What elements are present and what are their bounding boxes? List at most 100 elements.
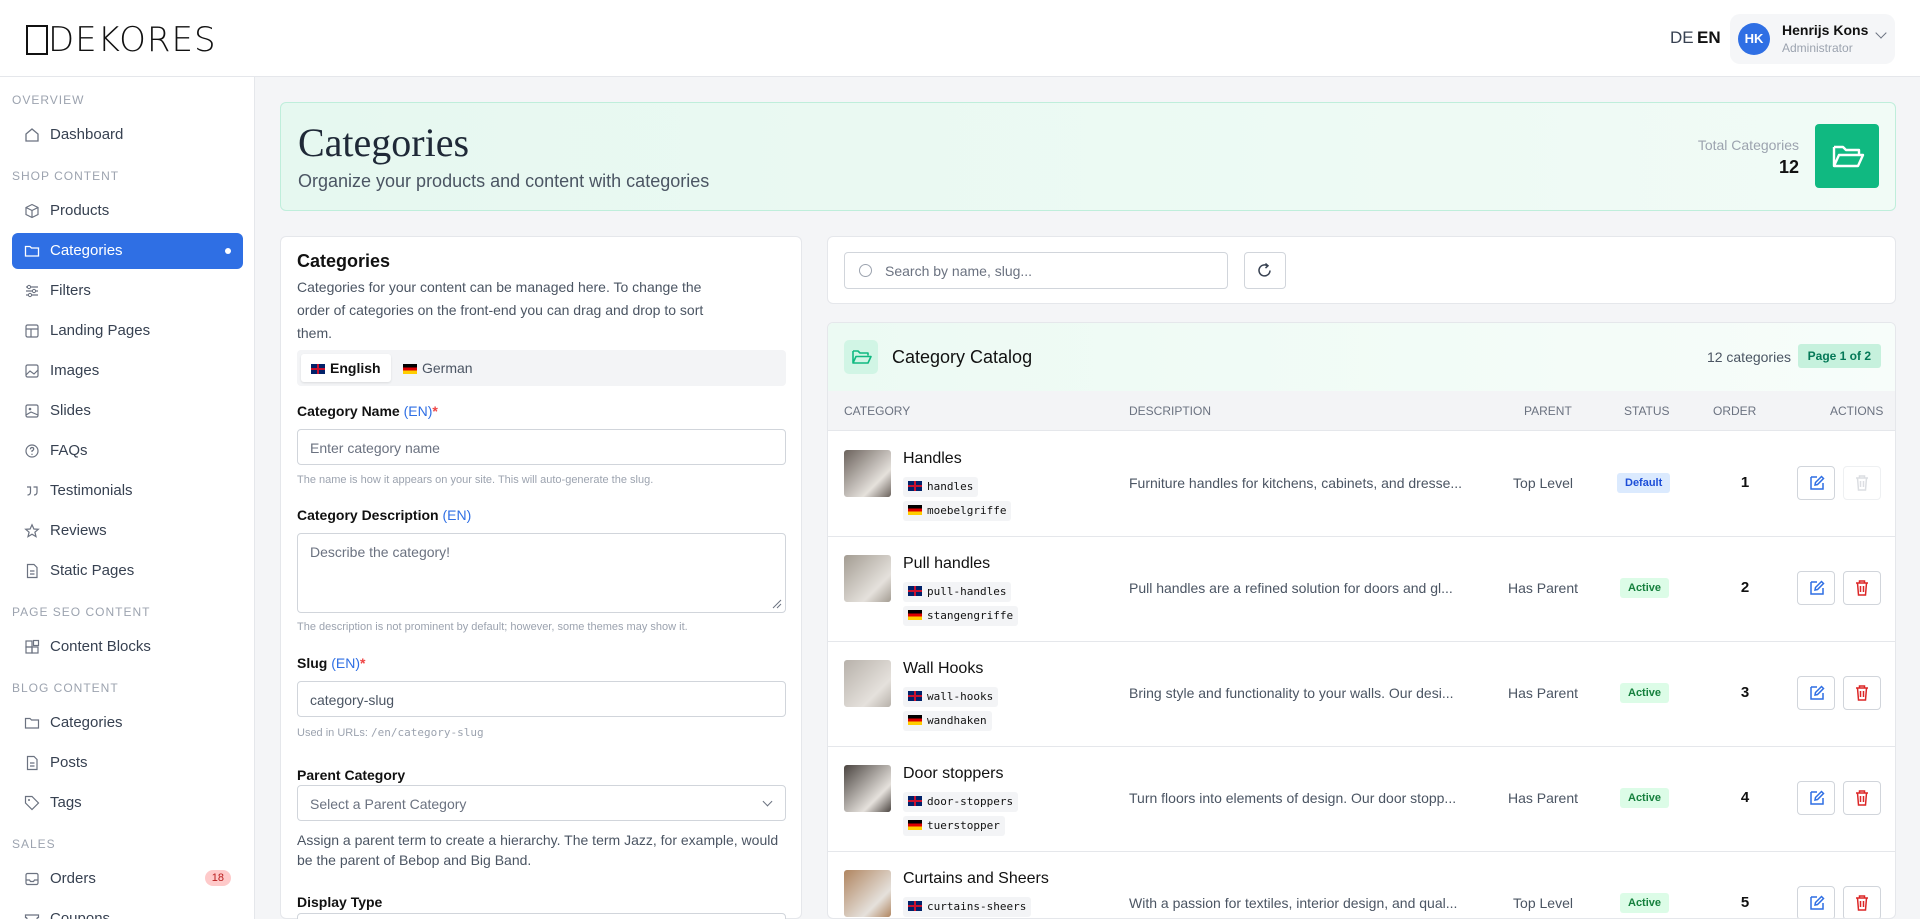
status-badge: Active xyxy=(1620,683,1670,703)
image-icon xyxy=(25,364,39,378)
sidebar-item-posts[interactable]: Posts xyxy=(12,745,243,781)
total-categories-label: Total Categories xyxy=(1697,137,1799,153)
sidebar-item-landing-pages[interactable]: Landing Pages xyxy=(12,313,243,349)
user-menu[interactable]: HK Henrijs Kons Administrator xyxy=(1730,14,1895,64)
slug-text: moebelgriffe xyxy=(927,504,1007,517)
sidebar-item-coupons[interactable]: Coupons xyxy=(12,901,243,919)
lang-suffix: (EN) xyxy=(331,655,361,671)
category-name[interactable]: Wall Hooks xyxy=(903,660,983,678)
category-catalog: Category Catalog 12 categories Page 1 of… xyxy=(827,322,1896,919)
sidebar-item-products[interactable]: Products xyxy=(12,193,243,229)
lang-en-button[interactable]: EN xyxy=(1697,28,1721,48)
refresh-icon xyxy=(1258,262,1271,277)
de-flag-icon xyxy=(908,610,922,620)
delete-button[interactable] xyxy=(1843,886,1881,918)
sidebar-item-orders[interactable]: Orders 18 xyxy=(12,861,243,897)
category-description-textarea[interactable]: Describe the category! xyxy=(297,533,786,613)
hint-text: Used in URLs: xyxy=(297,727,368,739)
logo-mark-icon xyxy=(26,25,48,55)
category-name[interactable]: Pull handles xyxy=(903,555,990,573)
label-text: Category Name xyxy=(297,403,400,419)
delete-button[interactable] xyxy=(1843,781,1881,815)
sidebar-item-label: Products xyxy=(50,202,110,219)
delete-button[interactable] xyxy=(1843,676,1881,710)
sidebar-item-slides[interactable]: Slides xyxy=(12,393,243,429)
sidebar-item-label: Coupons xyxy=(50,910,111,919)
star-icon xyxy=(24,523,40,538)
status-badge: Default xyxy=(1617,473,1671,493)
uk-flag-icon xyxy=(908,796,922,806)
slug-hint: Used in URLs: /en/category-slug xyxy=(297,726,484,739)
page-header: Categories Organize your products and co… xyxy=(280,102,1896,211)
required-mark: * xyxy=(360,655,366,671)
category-description: Turn floors into elements of design. Our… xyxy=(1129,790,1457,806)
category-order: 5 xyxy=(1740,894,1750,911)
sidebar-item-label: Categories xyxy=(50,714,123,731)
parent-category-select[interactable]: Select a Parent Category xyxy=(297,785,786,821)
category-name-input[interactable]: Enter category name xyxy=(297,429,786,465)
logo[interactable]: DEKORES xyxy=(26,20,217,60)
refresh-button[interactable] xyxy=(1244,252,1286,289)
trash-icon xyxy=(1856,685,1868,701)
trash-icon xyxy=(1856,790,1868,806)
display-type-select[interactable] xyxy=(297,913,786,919)
logo-text: DEKORES xyxy=(48,20,217,60)
sidebar-item-faqs[interactable]: FAQs xyxy=(12,433,243,469)
sidebar-section-sales: SALES xyxy=(12,837,56,851)
resize-handle-icon[interactable] xyxy=(772,599,782,609)
category-description-label: Category Description (EN) xyxy=(297,507,471,523)
status-badge: Active xyxy=(1620,893,1670,913)
slug-input[interactable]: category-slug xyxy=(297,681,786,717)
sidebar-item-label: Static Pages xyxy=(50,562,135,579)
display-type-label: Display Type xyxy=(297,894,383,910)
sidebar-item-images[interactable]: Images xyxy=(12,353,243,389)
image-icon xyxy=(25,404,39,418)
sidebar-item-label: FAQs xyxy=(50,442,88,459)
form-intro: Categories for your content can be manag… xyxy=(297,279,704,341)
table-row[interactable]: Handles handles moebelgriffe Furniture hand… xyxy=(828,432,1895,537)
table-row[interactable]: Door stoppers door-stoppers tuerstopper Tur… xyxy=(828,747,1895,852)
sidebar-item-content-blocks[interactable]: Content Blocks xyxy=(12,629,243,665)
lang-de-button[interactable]: DE xyxy=(1670,28,1694,48)
sidebar-item-dashboard[interactable]: Dashboard xyxy=(12,117,243,153)
sidebar-item-blog-categories[interactable]: Categories xyxy=(12,705,243,741)
slug-de-chip: wandhaken xyxy=(903,711,992,731)
sidebar-item-tags[interactable]: Tags xyxy=(12,785,243,821)
category-name[interactable]: Handles xyxy=(903,450,962,468)
slug-text: pull-handles xyxy=(927,585,1007,598)
sidebar-item-filters[interactable]: Filters xyxy=(12,273,243,309)
parent-category-label: Parent Category xyxy=(297,767,406,783)
edit-button[interactable] xyxy=(1797,466,1835,500)
category-name[interactable]: Curtains and Sheers xyxy=(903,870,1049,888)
edit-icon xyxy=(1810,790,1825,805)
sidebar-item-static-pages[interactable]: Static Pages xyxy=(12,553,243,589)
table-row[interactable]: Wall Hooks wall-hooks wandhaken Bring style… xyxy=(828,642,1895,747)
top-bar: DEKORES DE EN HK Henrijs Kons Administra… xyxy=(0,0,1920,77)
edit-button[interactable] xyxy=(1797,886,1835,918)
page-title: Categories xyxy=(298,120,470,165)
sidebar-item-label: Filters xyxy=(50,282,91,299)
category-form: Categories Categories for your content c… xyxy=(280,236,802,919)
category-description: Furniture handles for kitchens, cabinets… xyxy=(1129,475,1463,491)
active-dot-icon xyxy=(225,248,231,254)
table-row[interactable]: Pull handles pull-handles stangengriffe Pul… xyxy=(828,537,1895,642)
parent-text: Has Parent xyxy=(1507,580,1579,596)
edit-button[interactable] xyxy=(1797,676,1835,710)
edit-button[interactable] xyxy=(1797,781,1835,815)
sidebar-item-testimonials[interactable]: Testimonials xyxy=(12,473,243,509)
sidebar-item-reviews[interactable]: Reviews xyxy=(12,513,243,549)
tab-german[interactable]: German xyxy=(393,354,483,382)
sidebar-item-label: Images xyxy=(50,362,100,379)
slug-de-chip: tuerstopper xyxy=(903,816,1005,836)
required-mark: * xyxy=(432,403,438,419)
sidebar-item-categories[interactable]: Categories xyxy=(12,233,243,269)
search-input[interactable]: Search by name, slug... xyxy=(844,252,1228,289)
table-row[interactable]: Curtains and Sheers curtains-sheers With a… xyxy=(828,852,1895,918)
category-name[interactable]: Door stoppers xyxy=(903,765,1004,783)
tab-english[interactable]: English xyxy=(301,354,391,382)
uk-flag-icon xyxy=(908,586,922,596)
parent-text: Top Level xyxy=(1513,475,1573,491)
edit-button[interactable] xyxy=(1797,571,1835,605)
delete-button[interactable] xyxy=(1843,571,1881,605)
tab-label: German xyxy=(422,360,473,376)
